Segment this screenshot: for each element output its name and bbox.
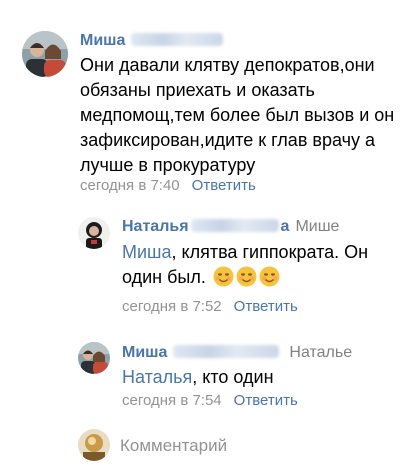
comment-author[interactable]: Миша — [122, 344, 167, 361]
comment-time: сегодня в 7:52 — [122, 298, 222, 315]
mention-link[interactable]: Наталья — [122, 367, 192, 387]
comment-author-line: Наталья а Мише — [122, 217, 339, 237]
comment-item: Миша Они давали клятву депократов,они об… — [0, 0, 407, 205]
obscured-name — [190, 219, 279, 232]
comment-text-block: Наталья, кто один — [122, 365, 397, 390]
comment-meta: сегодня в 7:52 Ответить — [122, 297, 298, 317]
comment-text: Они давали клятву депократов,они обязаны… — [80, 55, 395, 175]
obscured-name — [173, 345, 280, 358]
comment-author[interactable]: Наталья — [122, 218, 189, 235]
current-user-avatar — [78, 429, 110, 461]
smiling-face-icon — [213, 266, 234, 287]
comment-item: Наталья а Мише Миша, клятва гиппократа. Он… — [0, 205, 407, 330]
comment-composer — [0, 425, 407, 465]
obscured-name — [131, 33, 224, 46]
comment-meta: сегодня в 7:54 Ответить — [122, 391, 298, 411]
smiling-face-icon — [259, 266, 280, 287]
avatar[interactable] — [78, 217, 110, 249]
smiling-face-icon — [236, 266, 257, 287]
comment-item: Миша Наталье Наталья, кто один сегодня в … — [0, 330, 407, 425]
avatar[interactable] — [22, 31, 68, 77]
comment-text-block: Миша, клятва гиппократа. Он один был. — [122, 240, 397, 290]
comment-author-line: Миша — [80, 31, 224, 51]
comment-author-line: Миша Наталье — [122, 343, 352, 363]
mention-link[interactable]: Миша — [122, 242, 172, 262]
comment-author-tail[interactable]: а — [281, 218, 290, 235]
comment-meta: сегодня в 7:40 Ответить — [80, 176, 256, 196]
reply-button[interactable]: Ответить — [234, 392, 298, 409]
reply-to-label[interactable]: Наталье — [289, 344, 352, 361]
comment-text: , кто один — [192, 367, 274, 387]
reply-button[interactable]: Ответить — [192, 177, 256, 194]
comment-author[interactable]: Миша — [80, 32, 125, 49]
reply-button[interactable]: Ответить — [234, 298, 298, 315]
comment-time: сегодня в 7:40 — [80, 177, 180, 194]
avatar[interactable] — [78, 342, 110, 374]
comment-input[interactable] — [120, 434, 390, 458]
comment-time: сегодня в 7:54 — [122, 392, 222, 409]
reply-to-label[interactable]: Мише — [295, 218, 339, 235]
